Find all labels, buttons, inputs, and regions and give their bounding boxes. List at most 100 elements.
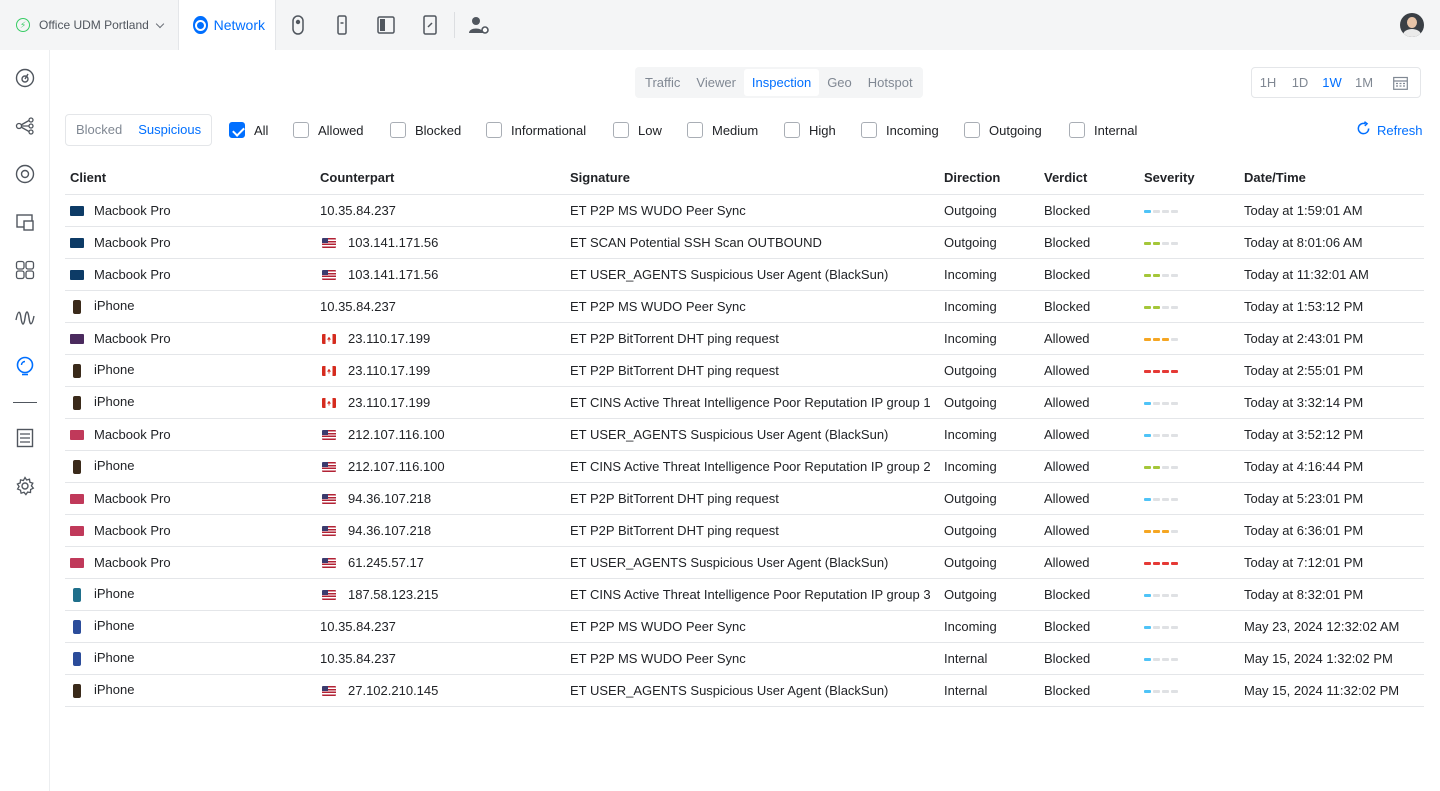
client-name: Macbook Pro (94, 202, 171, 218)
view-tab-traffic[interactable]: Traffic (637, 69, 688, 96)
protect-app-icon[interactable] (276, 0, 320, 50)
site-selector[interactable]: ⚡ Office UDM Portland (0, 0, 178, 50)
client-devices-icon[interactable] (14, 211, 36, 233)
checkbox-box[interactable] (784, 122, 800, 138)
filter-suspicious[interactable]: Suspicious (130, 115, 209, 145)
checkbox-medium[interactable]: Medium (687, 121, 758, 139)
refresh-icon (1356, 121, 1371, 139)
checkbox-allowed[interactable]: Allowed (293, 121, 364, 139)
statistics-icon[interactable] (14, 307, 36, 329)
table-row[interactable]: iPhone 10.35.84.237 ET P2P MS WUDO Peer Sy… (65, 610, 1424, 643)
cell-counterpart: 23.110.17.199 (315, 322, 565, 355)
checkbox-box[interactable] (613, 122, 629, 138)
range-1d[interactable]: 1D (1284, 68, 1316, 97)
severity-indicator (1144, 433, 1180, 437)
cell-client: Macbook Pro (65, 514, 315, 547)
topology-icon[interactable] (14, 115, 36, 137)
table-row[interactable]: iPhone 212.107.116.100 ET CINS Active Thre… (65, 450, 1424, 483)
column-header-date-time[interactable]: Date/Time (1239, 162, 1424, 195)
column-header-severity[interactable]: Severity (1139, 162, 1239, 195)
severity-segment (1171, 465, 1178, 469)
checkbox-box[interactable] (229, 122, 245, 138)
cell-client: iPhone (65, 642, 315, 675)
column-header-verdict[interactable]: Verdict (1039, 162, 1139, 195)
view-tab-inspection[interactable]: Inspection (743, 69, 820, 96)
table-row[interactable]: Macbook Pro 212.107.116.100 ET USER_AGENTS… (65, 418, 1424, 451)
column-header-client[interactable]: Client (65, 162, 315, 195)
cell-client: iPhone (65, 674, 315, 707)
severity-segment (1162, 241, 1169, 245)
severity-segment (1162, 497, 1169, 501)
table-row[interactable]: Macbook Pro 10.35.84.237 ET P2P MS WUDO Pe… (65, 194, 1424, 227)
range-1w[interactable]: 1W (1316, 68, 1348, 97)
checkbox-incoming[interactable]: Incoming (861, 121, 939, 139)
table-row[interactable]: iPhone 10.35.84.237 ET P2P MS WUDO Peer Sy… (65, 290, 1424, 323)
checkbox-box[interactable] (687, 122, 703, 138)
view-tab-hotspot[interactable]: Hotspot (860, 69, 921, 96)
calendar-icon[interactable] (1380, 68, 1420, 97)
table-row[interactable]: Macbook Pro 61.245.57.17 ET USER_AGENTS Su… (65, 546, 1424, 579)
checkbox-box[interactable] (861, 122, 877, 138)
checkbox-all[interactable]: All (229, 121, 268, 139)
checkbox-box[interactable] (1069, 122, 1085, 138)
site-name: Office UDM Portland (39, 18, 149, 32)
table-row[interactable]: iPhone 23.110.17.199 ET P2P BitTorrent DHT… (65, 354, 1424, 387)
cell-direction: Incoming (939, 290, 1039, 323)
refresh-button[interactable]: Refresh (1356, 121, 1423, 139)
severity-segment (1144, 657, 1151, 661)
table-row[interactable]: Macbook Pro 94.36.107.218 ET P2P BitTorren… (65, 514, 1424, 547)
severity-segment (1162, 561, 1169, 565)
dashboard-icon[interactable] (14, 67, 36, 89)
column-header-counterpart[interactable]: Counterpart (315, 162, 565, 195)
checkbox-internal[interactable]: Internal (1069, 121, 1137, 139)
user-avatar[interactable] (1400, 13, 1424, 37)
column-header-signature[interactable]: Signature (565, 162, 939, 195)
connect-app-icon[interactable] (408, 0, 452, 50)
app-tab-network[interactable]: Network (178, 0, 276, 50)
range-1h[interactable]: 1H (1252, 68, 1284, 97)
cell-direction: Internal (939, 674, 1039, 707)
checkbox-box[interactable] (964, 122, 980, 138)
cell-signature: ET P2P BitTorrent DHT ping request (565, 482, 939, 515)
checkbox-box[interactable] (390, 122, 406, 138)
laptop-icon (70, 494, 84, 505)
checkbox-high[interactable]: High (784, 121, 836, 139)
settings-gear-icon[interactable] (14, 475, 36, 497)
column-header-direction[interactable]: Direction (939, 162, 1039, 195)
table-row[interactable]: iPhone 27.102.210.145 ET USER_AGENTS Suspi… (65, 674, 1424, 707)
table-row[interactable]: Macbook Pro 103.141.171.56 ET USER_AGENTS … (65, 258, 1424, 291)
checkbox-box[interactable] (486, 122, 502, 138)
flag-us-icon (322, 686, 336, 697)
checkbox-label: Allowed (318, 122, 364, 138)
table-row[interactable]: Macbook Pro 103.141.171.56 ET SCAN Potenti… (65, 226, 1424, 259)
cell-datetime: Today at 3:32:14 PM (1239, 386, 1424, 419)
view-tab-viewer[interactable]: Viewer (688, 69, 744, 96)
access-app-icon[interactable] (320, 0, 364, 50)
range-1m[interactable]: 1M (1348, 68, 1380, 97)
checkbox-box[interactable] (293, 122, 309, 138)
checkbox-outgoing[interactable]: Outgoing (964, 121, 1042, 139)
table-row[interactable]: iPhone 187.58.123.215 ET CINS Active Threa… (65, 578, 1424, 611)
table-row[interactable]: Macbook Pro 94.36.107.218 ET P2P BitTorren… (65, 482, 1424, 515)
table-row[interactable]: Macbook Pro 23.110.17.199 ET P2P BitTorren… (65, 322, 1424, 355)
cell-counterpart: 94.36.107.218 (315, 482, 565, 515)
table-row[interactable]: iPhone 23.110.17.199 ET CINS Active Threat… (65, 386, 1424, 419)
filter-blocked[interactable]: Blocked (68, 115, 130, 145)
checkbox-informational[interactable]: Informational (486, 121, 586, 139)
checkbox-blocked[interactable]: Blocked (390, 121, 461, 139)
checkbox-low[interactable]: Low (613, 121, 662, 139)
severity-segment (1162, 529, 1169, 533)
cell-severity (1139, 194, 1239, 227)
table-row[interactable]: iPhone 10.35.84.237 ET P2P MS WUDO Peer Sy… (65, 642, 1424, 675)
talk-app-icon[interactable] (364, 0, 408, 50)
insights-icon[interactable] (14, 355, 36, 377)
system-log-icon[interactable] (14, 427, 36, 449)
admin-settings-icon[interactable] (457, 0, 501, 50)
severity-segment (1162, 401, 1169, 405)
view-tab-geo[interactable]: Geo (819, 69, 860, 96)
severity-segment (1162, 465, 1169, 469)
severity-segment (1153, 625, 1160, 629)
checkbox-label: Outgoing (989, 122, 1042, 138)
ports-icon[interactable] (14, 259, 36, 281)
devices-icon[interactable] (14, 163, 36, 185)
